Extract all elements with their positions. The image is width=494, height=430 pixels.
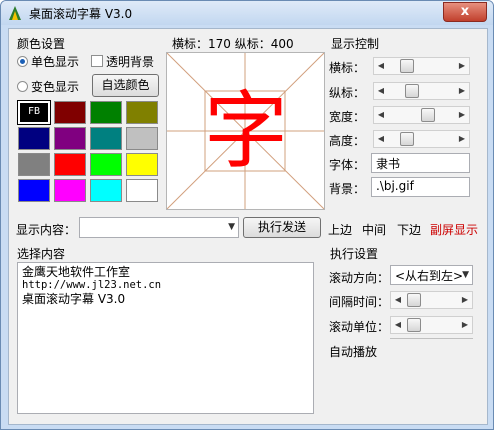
color-swatch-grid: FB xyxy=(17,100,160,205)
position-top-link[interactable]: 上边 xyxy=(328,221,352,238)
display-control-title: 显示控制 xyxy=(331,37,380,51)
slider-right-arrow-icon[interactable]: ▶ xyxy=(458,317,472,333)
slider-thumb[interactable] xyxy=(421,108,436,122)
list-item[interactable]: http://www.jl23.net.cn xyxy=(22,279,309,292)
background-label: 背景： xyxy=(329,182,366,196)
slider-thumb[interactable] xyxy=(399,132,414,146)
preview-canvas: 字 xyxy=(166,52,325,210)
color-swatch[interactable] xyxy=(126,153,158,176)
chevron-down-icon[interactable]: ▼ xyxy=(228,222,235,232)
color-swatch[interactable] xyxy=(54,179,86,202)
slider-left-arrow-icon[interactable]: ◀ xyxy=(391,292,405,308)
height-slider[interactable]: ◀ ▶ xyxy=(373,130,470,148)
chevron-down-icon[interactable]: ▼ xyxy=(462,270,469,280)
content-list[interactable]: 金鹰天地软件工作室 http://www.jl23.net.cn 桌面滚动字幕 … xyxy=(17,262,314,414)
slider-left-arrow-icon[interactable]: ◀ xyxy=(374,131,388,147)
slider-left-arrow-icon[interactable]: ◀ xyxy=(391,317,405,333)
color-swatch[interactable]: FB xyxy=(17,100,51,125)
execute-send-button[interactable]: 执行发送 xyxy=(243,217,321,238)
color-swatch[interactable] xyxy=(90,179,122,202)
close-icon: x xyxy=(460,4,470,19)
color-swatch[interactable] xyxy=(18,179,50,202)
slider-right-arrow-icon[interactable]: ▶ xyxy=(458,292,472,308)
interval-label: 间隔时间： xyxy=(329,295,390,309)
font-field[interactable]: 隶书 xyxy=(371,153,470,173)
slider-left-arrow-icon[interactable]: ◀ xyxy=(374,58,388,74)
slider-thumb[interactable] xyxy=(399,59,414,73)
exec-settings-title: 执行设置 xyxy=(330,247,379,261)
display-content-label: 显示内容： xyxy=(16,223,77,237)
divider xyxy=(390,338,473,343)
title-bar[interactable]: 桌面滚动字幕 V3.0 x xyxy=(1,1,493,25)
scroll-direction-select[interactable]: <从右到左> ▼ xyxy=(390,265,473,285)
preview-character: 字 xyxy=(203,82,288,180)
preview-coords: 横标：170 纵标：400 xyxy=(172,37,294,51)
vertical-slider[interactable]: ◀ ▶ xyxy=(373,82,470,100)
slider-thumb[interactable] xyxy=(405,84,420,98)
color-swatch[interactable] xyxy=(126,101,158,124)
transparent-bg-label: 透明背景 xyxy=(106,55,155,69)
width-label: 宽度： xyxy=(329,110,366,124)
mono-display-label: 单色显示 xyxy=(31,55,80,69)
slider-left-arrow-icon[interactable]: ◀ xyxy=(374,83,388,99)
color-swatch[interactable] xyxy=(126,127,158,150)
position-bottom-link[interactable]: 下边 xyxy=(397,221,421,238)
app-window: 桌面滚动字幕 V3.0 x 颜色设置 单色显示 透明背景 变色显示 自选颜色 F… xyxy=(0,0,494,430)
custom-color-button[interactable]: 自选颜色 xyxy=(92,74,159,97)
interval-slider[interactable]: ◀ ▶ xyxy=(390,291,473,309)
scroll-unit-label: 滚动单位： xyxy=(329,320,390,334)
window-title: 桌面滚动字幕 V3.0 xyxy=(29,7,133,21)
scroll-direction-value: <从右到左> xyxy=(395,269,464,283)
client-area: 颜色设置 单色显示 透明背景 变色显示 自选颜色 FB 横标：170 纵标：40… xyxy=(8,28,488,425)
horizontal-slider[interactable]: ◀ ▶ xyxy=(373,57,470,75)
choose-content-title: 选择内容 xyxy=(17,247,66,261)
width-slider[interactable]: ◀ ▶ xyxy=(373,106,470,124)
app-icon xyxy=(9,6,21,20)
display-content-combo[interactable]: ▼ xyxy=(79,217,239,238)
slider-right-arrow-icon[interactable]: ▶ xyxy=(455,58,469,74)
height-label: 高度： xyxy=(329,134,366,148)
font-label: 字体： xyxy=(329,158,366,172)
fb-label: FB xyxy=(27,106,41,117)
slider-thumb[interactable] xyxy=(406,318,421,332)
color-swatch[interactable] xyxy=(90,153,122,176)
close-button[interactable]: x xyxy=(443,2,487,22)
color-swatch[interactable] xyxy=(54,153,86,176)
color-swatch[interactable] xyxy=(126,179,158,202)
scroll-unit-slider[interactable]: ◀ ▶ xyxy=(390,316,473,334)
color-swatch[interactable] xyxy=(18,127,50,150)
list-item[interactable]: 桌面滚动字幕 V3.0 xyxy=(22,292,309,306)
color-settings-title: 颜色设置 xyxy=(17,37,66,51)
transparent-bg-checkbox[interactable] xyxy=(91,55,103,67)
mono-display-radio[interactable] xyxy=(17,56,28,67)
secondary-screen-link[interactable]: 副屏显示 xyxy=(430,221,478,238)
color-swatch[interactable] xyxy=(54,127,86,150)
slider-right-arrow-icon[interactable]: ▶ xyxy=(455,107,469,123)
multi-color-radio[interactable] xyxy=(17,81,28,92)
slider-right-arrow-icon[interactable]: ▶ xyxy=(455,131,469,147)
scroll-direction-label: 滚动方向： xyxy=(329,271,390,285)
background-file-field[interactable]: .\bj.gif xyxy=(371,177,470,197)
horizontal-label: 横标： xyxy=(329,61,366,75)
slider-left-arrow-icon[interactable]: ◀ xyxy=(374,107,388,123)
position-middle-link[interactable]: 中间 xyxy=(362,221,386,238)
color-swatch[interactable] xyxy=(54,101,86,124)
color-swatch[interactable] xyxy=(90,127,122,150)
color-swatch[interactable] xyxy=(18,153,50,176)
slider-right-arrow-icon[interactable]: ▶ xyxy=(455,83,469,99)
list-item[interactable]: 金鹰天地软件工作室 xyxy=(22,265,309,279)
multi-color-label: 变色显示 xyxy=(31,80,80,94)
auto-play-label: 自动播放 xyxy=(329,345,378,359)
color-swatch[interactable] xyxy=(90,101,122,124)
slider-thumb[interactable] xyxy=(406,293,421,307)
vertical-label: 纵标： xyxy=(329,86,366,100)
